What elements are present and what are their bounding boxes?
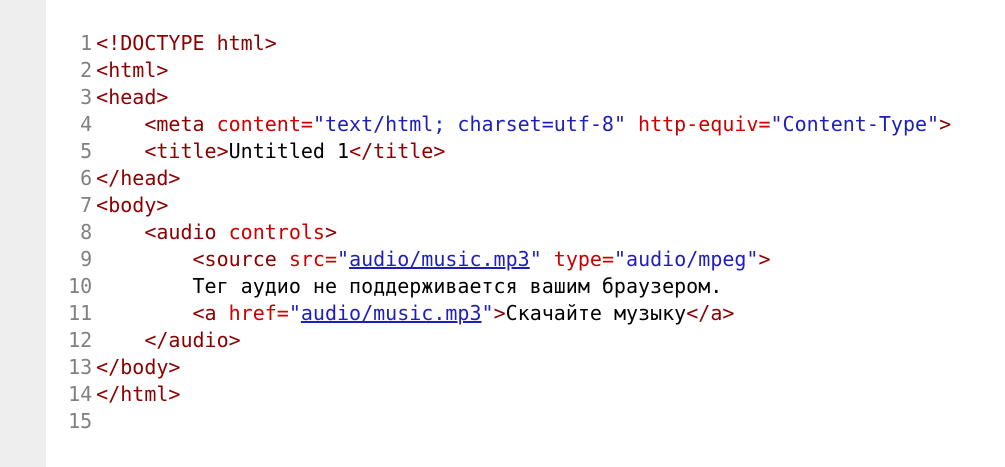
code-line-2[interactable]: 2 <html> xyxy=(0,30,1005,82)
code-line-7[interactable]: 7 <body> xyxy=(0,165,1005,217)
code-line-8[interactable]: 8 <audio controls> xyxy=(0,192,1005,244)
code-line-4[interactable]: 4 <meta content="text/html; charset=utf-… xyxy=(0,84,1005,136)
code-line-10[interactable]: 10 Тег аудио не поддерживается вашим бра… xyxy=(0,246,1005,298)
code-line-3[interactable]: 3 <head> xyxy=(0,57,1005,109)
code-line-5[interactable]: 5 <title>Untitled 1</title> xyxy=(0,111,1005,163)
code-line-15[interactable]: 15 xyxy=(0,381,1005,433)
code-line-11[interactable]: 11 <a href="audio/music.mp3">Скачайте му… xyxy=(0,273,1005,325)
code-line-12[interactable]: 12 </audio> xyxy=(0,300,1005,352)
code-editor[interactable]: 1 <!DOCTYPE html> 2 <html> 3 <head> 4 <meta… xyxy=(0,3,1005,433)
code-line-9[interactable]: 9 <source src="audio/music.mp3" type="au… xyxy=(0,219,1005,271)
code-line-14[interactable]: 14 </html> xyxy=(0,354,1005,406)
code-line-1[interactable]: 1 <!DOCTYPE html> xyxy=(0,3,1005,55)
line-number: 15 xyxy=(68,409,93,433)
code-line-13[interactable]: 13 </body> xyxy=(0,327,1005,379)
code-line-6[interactable]: 6 </head> xyxy=(0,138,1005,190)
